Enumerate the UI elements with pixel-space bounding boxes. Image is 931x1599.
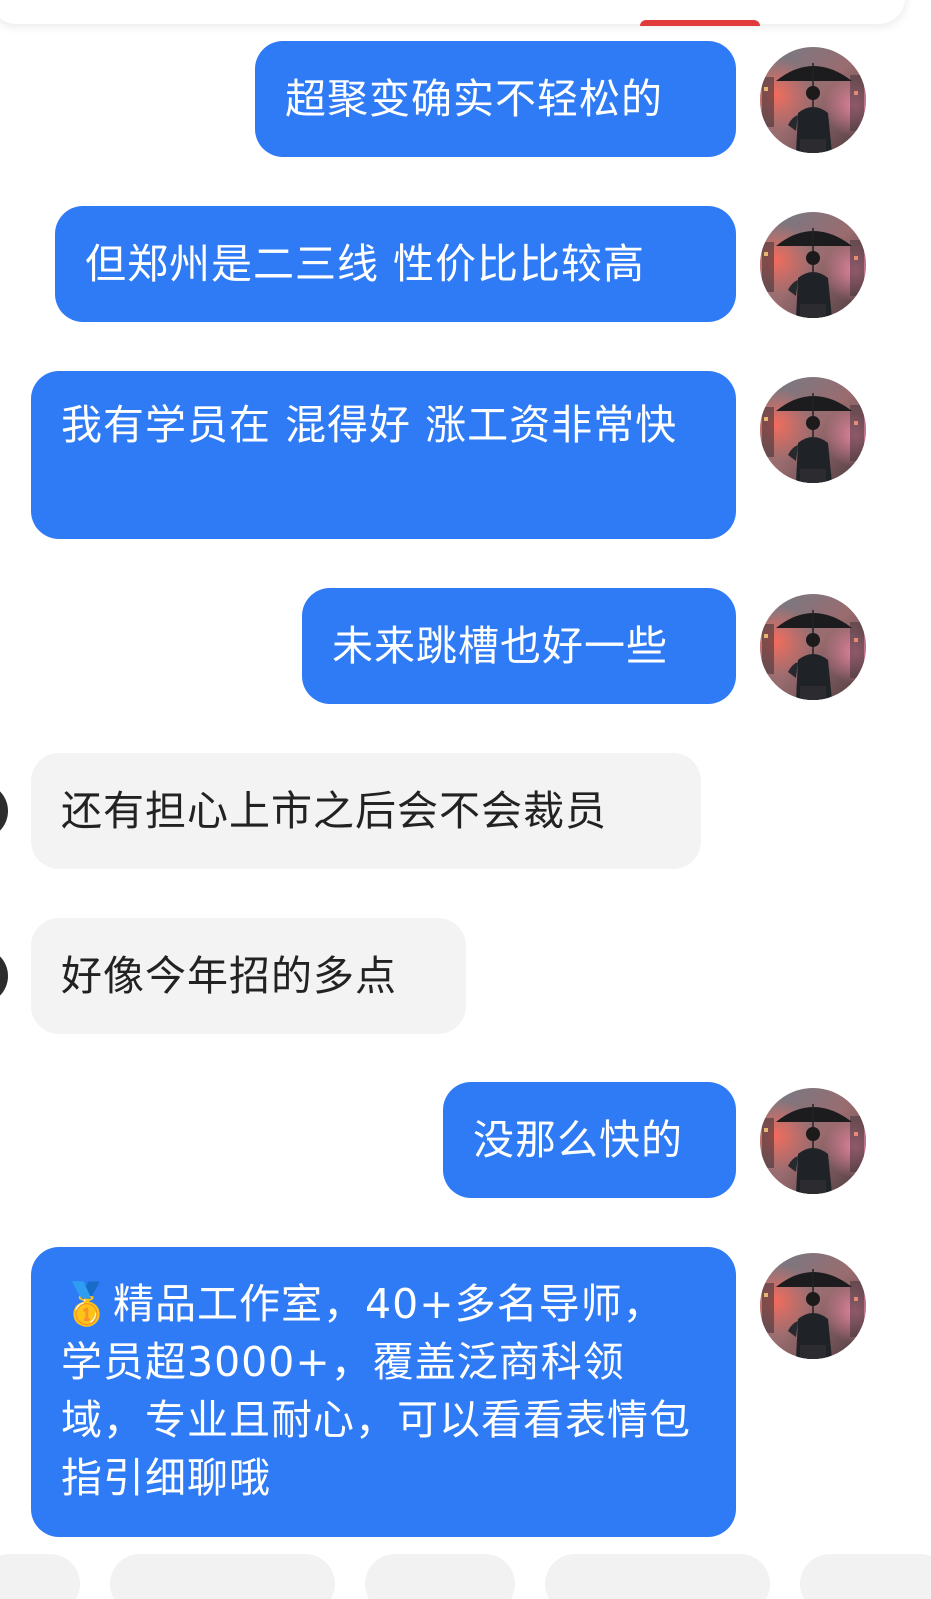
message-bubble-outgoing[interactable]: 没那么快的 bbox=[443, 1082, 736, 1198]
top-panel-edge bbox=[0, 0, 905, 26]
user-avatar[interactable] bbox=[760, 594, 866, 700]
message-bubble-outgoing[interactable]: 我有学员在 混得好 涨工资非常快 bbox=[31, 371, 736, 539]
chat-screen: 超聚变确实不轻松的 但郑州是二三线 性价比比较高 我有学员在 混得好 涨工资非常… bbox=[0, 0, 931, 1599]
message-bubble-incoming[interactable]: 好像今年招的多点 bbox=[31, 918, 466, 1034]
peer-avatar[interactable] bbox=[0, 783, 8, 839]
message-bubble-outgoing[interactable]: 🥇精品工作室，40+多名导师，学员超3000+，覆盖泛商科领域，专业且耐心，可以… bbox=[31, 1247, 736, 1537]
quick-reply-chip[interactable] bbox=[0, 1554, 80, 1599]
quick-reply-chip[interactable] bbox=[365, 1554, 515, 1599]
message-bubble-outgoing[interactable]: 未来跳槽也好一些 bbox=[302, 588, 736, 704]
message-bubble-outgoing[interactable]: 超聚变确实不轻松的 bbox=[255, 41, 736, 157]
quick-reply-chip[interactable] bbox=[545, 1554, 770, 1599]
red-indicator bbox=[640, 20, 760, 26]
user-avatar[interactable] bbox=[760, 1088, 866, 1194]
quick-reply-chip[interactable] bbox=[110, 1554, 335, 1599]
user-avatar[interactable] bbox=[760, 1253, 866, 1359]
message-bubble-outgoing[interactable]: 但郑州是二三线 性价比比较高 bbox=[55, 206, 736, 322]
peer-avatar[interactable] bbox=[0, 948, 8, 1004]
user-avatar[interactable] bbox=[760, 377, 866, 483]
quick-reply-chip[interactable] bbox=[800, 1554, 931, 1599]
user-avatar[interactable] bbox=[760, 212, 866, 318]
user-avatar[interactable] bbox=[760, 47, 866, 153]
message-bubble-incoming[interactable]: 还有担心上市之后会不会裁员 bbox=[31, 753, 701, 869]
